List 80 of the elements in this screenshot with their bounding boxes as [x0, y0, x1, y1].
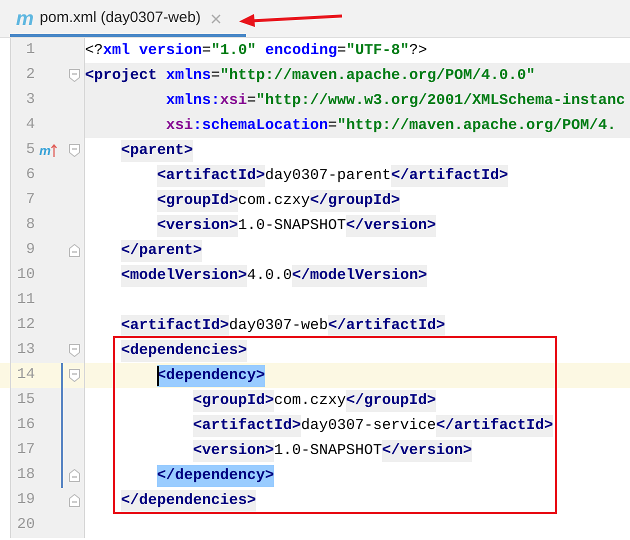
- line-number: 5: [24, 140, 35, 160]
- xml-tag: </version>: [382, 440, 472, 462]
- xml-tag: </groupId>: [346, 390, 436, 412]
- fold-icon[interactable]: [69, 69, 80, 82]
- attribute-name: xmlns: [165, 66, 212, 86]
- attribute-name: xsi: [166, 116, 194, 136]
- element-value: day0307-service: [301, 416, 436, 436]
- attribute-name: encoding: [264, 40, 338, 60]
- line-number: 14: [16, 365, 35, 386]
- line-number: 4: [24, 115, 35, 136]
- xml-tag: </artifactId>: [328, 314, 446, 336]
- element-value: com.czxy: [238, 190, 310, 210]
- xml-punctuation: =: [328, 116, 338, 136]
- element-value: day0307-parent: [265, 166, 392, 186]
- xml-tag: <groupId>: [157, 190, 238, 212]
- xml-tag: <artifactId>: [193, 414, 302, 436]
- element-value: day0307-web: [229, 316, 328, 336]
- attribute-value: "1.0": [211, 40, 256, 60]
- xml-tag: </modelVersion>: [292, 264, 428, 286]
- line-number: 7: [24, 190, 35, 210]
- attribute-value: "http://maven.apache.org/POM/4.: [337, 116, 616, 136]
- attribute-name: xmlns:: [166, 90, 220, 110]
- attribute-name: xml version: [103, 40, 202, 60]
- maven-file-icon: m: [16, 8, 34, 28]
- attribute-value: "http://www.w3.org/2001/XMLSchema-instanc: [256, 90, 626, 110]
- attribute-value: "http://maven.apache.org/POM/4.0.0": [220, 66, 536, 86]
- attribute-name: xsi: [220, 90, 248, 110]
- fold-icon[interactable]: [69, 244, 80, 257]
- line-number: 6: [24, 165, 35, 186]
- xml-tag: </artifactId>: [391, 164, 508, 186]
- xml-punctuation: =: [202, 40, 212, 60]
- line-number: 2: [24, 65, 35, 86]
- attribute-value: "UTF-8": [346, 40, 410, 60]
- xml-tag: <groupId>: [193, 390, 274, 412]
- line-number: 13: [16, 340, 35, 360]
- xml-tag: <dependency>: [157, 364, 266, 386]
- xml-tag: <parent>: [121, 140, 194, 162]
- xml-punctuation: =: [337, 40, 346, 60]
- xml-tag: <artifactId>: [157, 164, 266, 186]
- xml-tag: </groupId>: [310, 190, 400, 212]
- element-value: com.czxy: [274, 390, 346, 410]
- xml-tag: </dependency>: [157, 464, 274, 486]
- element-value: 1.0-SNAPSHOT: [238, 216, 346, 236]
- line-number: 1: [24, 40, 35, 60]
- line-number: 8: [24, 215, 35, 236]
- xml-tag: </version>: [346, 214, 436, 236]
- xml-punctuation: =: [211, 66, 220, 86]
- line-number: 17: [16, 440, 35, 460]
- xml-tag: </dependencies>: [121, 490, 256, 512]
- line-number: 3: [24, 90, 35, 110]
- close-icon[interactable]: [210, 14, 221, 24]
- line-number: 9: [24, 240, 35, 260]
- tab-title: pom.xml (day0307-web): [40, 8, 201, 28]
- line-number: 11: [16, 290, 35, 310]
- attribute-name: :schemaLocation: [193, 116, 328, 136]
- xml-punctuation: <?: [85, 40, 104, 60]
- fold-icon[interactable]: [69, 469, 80, 482]
- line-number: 18: [16, 465, 35, 486]
- xml-tag: <artifactId>: [121, 314, 230, 336]
- fold-icon[interactable]: [69, 344, 80, 357]
- xml-tag: <dependencies>: [121, 340, 248, 362]
- fold-icon[interactable]: [69, 494, 80, 507]
- element-value: 1.0-SNAPSHOT: [274, 440, 382, 460]
- line-number: 15: [16, 390, 35, 410]
- xml-tag: </artifactId>: [436, 414, 554, 436]
- fold-icon[interactable]: [69, 369, 80, 382]
- up-arrow-icon: [50, 144, 57, 157]
- line-number: 10: [16, 265, 35, 286]
- line-number: 12: [16, 315, 35, 336]
- xml-tag: </parent>: [121, 240, 202, 262]
- xml-punctuation: ?>: [409, 40, 428, 60]
- xml-tag: <version>: [157, 214, 238, 236]
- fold-icon[interactable]: [69, 144, 80, 157]
- element-value: 4.0.0: [247, 266, 292, 286]
- xml-tag: <version>: [193, 440, 274, 462]
- xml-tag: <modelVersion>: [121, 264, 248, 286]
- xml-punctuation: =: [247, 90, 256, 110]
- line-number: 16: [16, 415, 35, 436]
- line-number: 19: [16, 490, 35, 510]
- line-number: 20: [16, 515, 35, 536]
